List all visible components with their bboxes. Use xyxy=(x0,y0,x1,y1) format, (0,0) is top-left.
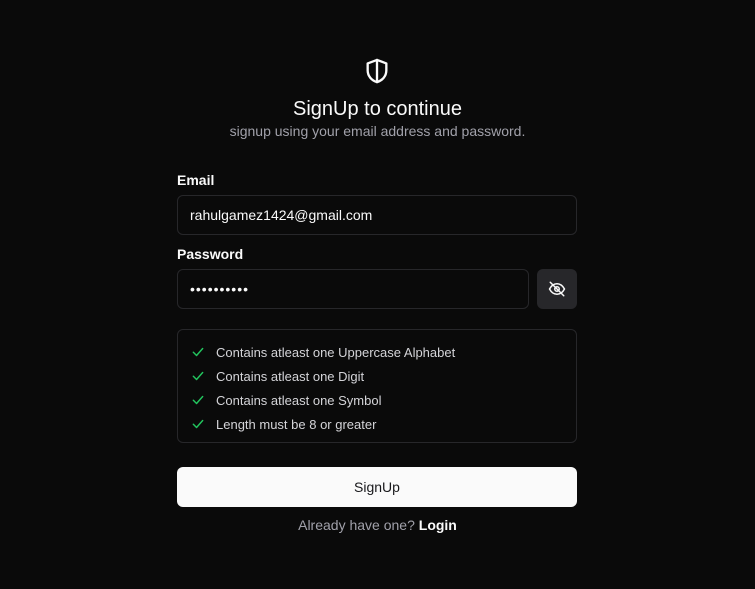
signup-page: SignUp to continue signup using your ema… xyxy=(0,0,755,589)
requirement-item: Contains atleast one Symbol xyxy=(178,388,576,412)
email-field[interactable] xyxy=(177,195,577,235)
toggle-password-visibility-button[interactable] xyxy=(537,269,577,309)
page-subtitle: signup using your email address and pass… xyxy=(229,123,526,139)
requirement-item: Length must be 8 or greater xyxy=(178,412,576,436)
requirement-text: Contains atleast one Uppercase Alphabet xyxy=(216,344,456,360)
shield-icon xyxy=(366,58,388,84)
requirement-item: Contains atleast one Uppercase Alphabet xyxy=(178,340,576,364)
login-prompt: Already have one? Login xyxy=(0,516,755,534)
requirement-text: Contains atleast one Symbol xyxy=(216,392,382,408)
signup-button[interactable]: SignUp xyxy=(177,467,577,507)
email-label: Email xyxy=(177,172,215,188)
password-label: Password xyxy=(177,246,244,262)
login-link[interactable]: Login xyxy=(419,517,457,533)
check-icon xyxy=(192,419,204,429)
requirement-text: Contains atleast one Digit xyxy=(216,368,365,384)
requirement-text: Length must be 8 or greater xyxy=(216,416,377,432)
check-icon xyxy=(192,371,204,381)
page-title: SignUp to continue xyxy=(292,98,462,120)
password-requirements: Contains atleast one Uppercase Alphabet … xyxy=(177,329,577,443)
check-icon xyxy=(192,395,204,405)
requirement-item: Contains atleast one Digit xyxy=(178,364,576,388)
password-field[interactable] xyxy=(177,269,529,309)
check-icon xyxy=(192,347,204,357)
eye-off-icon xyxy=(548,281,566,297)
login-prompt-text: Already have one? xyxy=(298,517,415,533)
